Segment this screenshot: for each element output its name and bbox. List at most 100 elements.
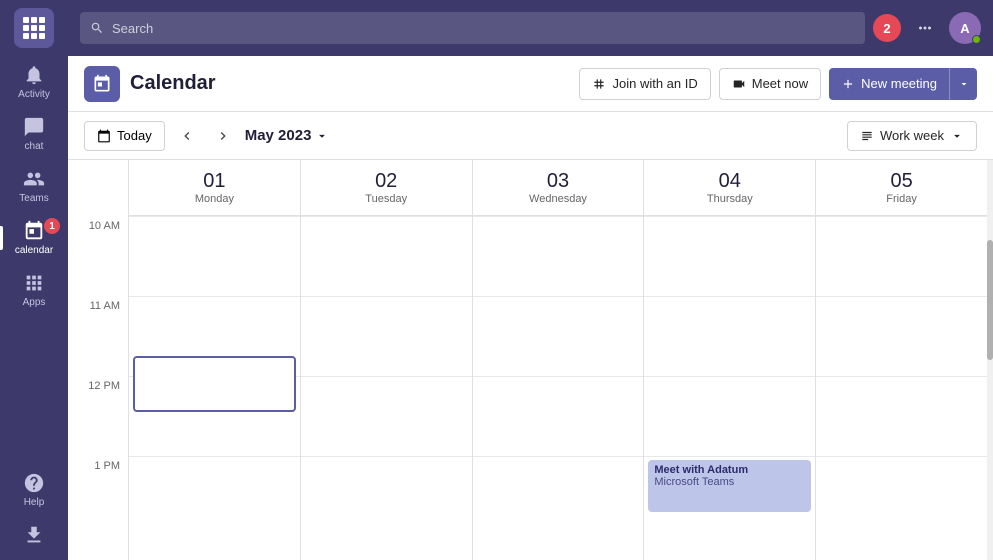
teams-icon [23, 168, 45, 190]
user-avatar[interactable]: A [949, 12, 981, 44]
day-num-tuesday: 02 [375, 170, 397, 193]
join-with-id-label: Join with an ID [612, 76, 697, 91]
new-meeting-label: New meeting [861, 76, 937, 91]
day-num-monday: 01 [203, 170, 225, 193]
help-icon [23, 472, 45, 494]
main-content: Search 2 A Calendar Join with an ID [68, 0, 993, 560]
topbar: Search 2 A [68, 0, 993, 56]
time-slot-1pm: 1 PM [68, 456, 128, 536]
search-bar[interactable]: Search [80, 12, 865, 44]
notification-badge[interactable]: 2 [873, 14, 901, 42]
sidebar-item-teams[interactable]: Teams [0, 162, 68, 210]
new-meeting-btn-group: New meeting [829, 68, 977, 100]
time-column: 10 AM 11 AM 12 PM 1 PM [68, 160, 128, 560]
sidebar-item-help[interactable]: Help [0, 466, 68, 514]
chat-icon [23, 116, 45, 138]
calendar-title: Calendar [130, 72, 216, 95]
sidebar-item-apps[interactable]: Apps [0, 266, 68, 314]
apps-icon [23, 272, 45, 294]
topbar-actions: 2 A [873, 12, 981, 44]
chevron-down-icon [958, 78, 970, 90]
day-body-wednesday[interactable] [473, 216, 644, 560]
avatar-initials: A [960, 21, 969, 36]
calendar-nav: Today May 2023 Work week [68, 112, 993, 160]
chevron-left-icon [179, 128, 195, 144]
view-label: Work week [880, 128, 944, 143]
search-placeholder: Search [112, 21, 153, 36]
new-meeting-button[interactable]: New meeting [829, 68, 949, 100]
chevron-right-icon [215, 128, 231, 144]
calendar-header: Calendar Join with an ID Meet now New me… [68, 56, 993, 112]
day-name-wednesday: Wednesday [529, 193, 587, 205]
day-num-thursday: 04 [719, 170, 741, 193]
plus-icon [841, 77, 855, 91]
day-col-thursday: 04 Thursday Meet with Adatum Microsoft T… [643, 160, 815, 560]
calendar-title-area: Calendar [84, 66, 567, 102]
day-header-friday: 05 Friday [816, 160, 987, 216]
day-name-friday: Friday [886, 193, 917, 205]
next-week-button[interactable] [209, 122, 237, 150]
meet-now-button[interactable]: Meet now [719, 68, 821, 100]
selected-time-block[interactable] [133, 356, 296, 412]
sidebar-item-calendar-label: calendar [15, 245, 53, 256]
today-button[interactable]: Today [84, 121, 165, 151]
time-slot-10am: 10 AM [68, 216, 128, 296]
view-icon [860, 129, 874, 143]
day-num-friday: 05 [890, 170, 912, 193]
today-label: Today [117, 128, 152, 143]
sidebar-item-help-label: Help [24, 497, 45, 508]
sidebar-item-download[interactable] [0, 518, 68, 552]
apps-grid-button[interactable] [14, 8, 54, 48]
sidebar-item-teams-label: Teams [19, 193, 48, 204]
grid-icon [23, 17, 45, 39]
calendar-today-icon [97, 129, 111, 143]
sidebar-item-activity[interactable]: Activity [0, 58, 68, 106]
chevron-down-view-icon [950, 129, 964, 143]
video-icon [732, 77, 746, 91]
sidebar: Activity chat Teams 1 calendar Apps Help [0, 0, 68, 560]
month-label[interactable]: May 2023 [245, 127, 330, 144]
calendar-page-icon [84, 66, 120, 102]
sidebar-item-chat-label: chat [25, 141, 44, 152]
day-col-tuesday: 02 Tuesday [300, 160, 472, 560]
day-header-wednesday: 03 Wednesday [473, 160, 644, 216]
day-body-friday[interactable] [816, 216, 987, 560]
day-name-thursday: Thursday [707, 193, 753, 205]
day-col-wednesday: 03 Wednesday [472, 160, 644, 560]
days-grid: 01 Monday 02 Tuesday [128, 160, 987, 560]
prev-week-button[interactable] [173, 122, 201, 150]
day-name-monday: Monday [195, 193, 234, 205]
day-body-monday[interactable] [129, 216, 300, 560]
more-icon [916, 19, 934, 37]
day-col-monday: 01 Monday [128, 160, 300, 560]
calendar-actions: Join with an ID Meet now New meeting [579, 68, 977, 100]
event-meet-with-adatum[interactable]: Meet with Adatum Microsoft Teams [648, 460, 811, 512]
sidebar-item-calendar[interactable]: 1 calendar [0, 214, 68, 262]
day-name-tuesday: Tuesday [365, 193, 407, 205]
event-title: Meet with Adatum [654, 464, 805, 476]
day-header-thursday: 04 Thursday [644, 160, 815, 216]
meet-now-label: Meet now [752, 76, 808, 91]
scrollbar-thumb[interactable] [987, 240, 993, 360]
more-options-button[interactable] [909, 12, 941, 44]
new-meeting-dropdown-button[interactable] [949, 68, 977, 100]
scrollbar-track[interactable] [987, 160, 993, 560]
time-slot-11am: 11 AM [68, 296, 128, 376]
sidebar-item-chat[interactable]: chat [0, 110, 68, 158]
event-subtitle: Microsoft Teams [654, 476, 805, 488]
day-body-tuesday[interactable] [301, 216, 472, 560]
calendar-nav-icon [23, 220, 45, 242]
day-header-tuesday: 02 Tuesday [301, 160, 472, 216]
view-selector[interactable]: Work week [847, 121, 977, 151]
day-header-monday: 01 Monday [129, 160, 300, 216]
day-body-thursday[interactable]: Meet with Adatum Microsoft Teams [644, 216, 815, 560]
chevron-down-month-icon [315, 129, 329, 143]
day-col-friday: 05 Friday [815, 160, 987, 560]
search-icon [90, 21, 104, 35]
month-text: May 2023 [245, 127, 312, 144]
join-with-id-button[interactable]: Join with an ID [579, 68, 710, 100]
download-icon [23, 524, 45, 546]
day-num-wednesday: 03 [547, 170, 569, 193]
hashtag-icon [592, 77, 606, 91]
calendar-icon [92, 74, 112, 94]
